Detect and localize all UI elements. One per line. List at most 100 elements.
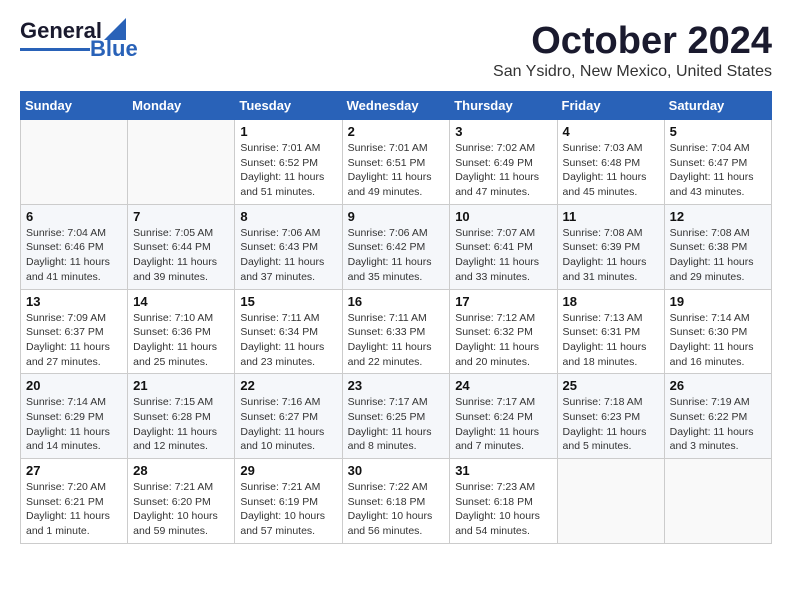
calendar-cell: 5 Sunrise: 7:04 AMSunset: 6:47 PMDaylight… <box>664 120 771 205</box>
cell-info: Sunrise: 7:14 AMSunset: 6:29 PMDaylight:… <box>26 395 122 454</box>
day-number: 26 <box>670 378 766 393</box>
day-number: 17 <box>455 294 551 309</box>
day-header-monday: Monday <box>128 92 235 120</box>
cell-info: Sunrise: 7:01 AMSunset: 6:51 PMDaylight:… <box>348 141 445 200</box>
day-number: 30 <box>348 463 445 478</box>
cell-info: Sunrise: 7:01 AMSunset: 6:52 PMDaylight:… <box>240 141 336 200</box>
day-header-thursday: Thursday <box>450 92 557 120</box>
logo-blue-text: Blue <box>90 38 138 60</box>
cell-info: Sunrise: 7:09 AMSunset: 6:37 PMDaylight:… <box>26 311 122 370</box>
day-number: 8 <box>240 209 336 224</box>
calendar-cell: 28 Sunrise: 7:21 AMSunset: 6:20 PMDayligh… <box>128 459 235 544</box>
cell-info: Sunrise: 7:13 AMSunset: 6:31 PMDaylight:… <box>563 311 659 370</box>
calendar-cell: 9 Sunrise: 7:06 AMSunset: 6:42 PMDaylight… <box>342 204 450 289</box>
cell-info: Sunrise: 7:06 AMSunset: 6:42 PMDaylight:… <box>348 226 445 285</box>
day-number: 6 <box>26 209 122 224</box>
calendar-cell: 22 Sunrise: 7:16 AMSunset: 6:27 PMDayligh… <box>235 374 342 459</box>
cell-info: Sunrise: 7:17 AMSunset: 6:24 PMDaylight:… <box>455 395 551 454</box>
calendar-body: 1 Sunrise: 7:01 AMSunset: 6:52 PMDaylight… <box>21 120 772 544</box>
cell-info: Sunrise: 7:04 AMSunset: 6:46 PMDaylight:… <box>26 226 122 285</box>
day-number: 12 <box>670 209 766 224</box>
calendar-cell: 3Sunrise: 7:02 AMSunset: 6:49 PMDaylight… <box>450 120 557 205</box>
day-number: 24 <box>455 378 551 393</box>
day-number: 7 <box>133 209 229 224</box>
day-header-saturday: Saturday <box>664 92 771 120</box>
day-number: 28 <box>133 463 229 478</box>
calendar-cell <box>128 120 235 205</box>
cell-info: Sunrise: 7:19 AMSunset: 6:22 PMDaylight:… <box>670 395 766 454</box>
day-number: 20 <box>26 378 122 393</box>
calendar-table: SundayMondayTuesdayWednesdayThursdayFrid… <box>20 91 772 544</box>
month-title: October 2024 <box>493 20 772 63</box>
day-number: 19 <box>670 294 766 309</box>
week-row-1: 1 Sunrise: 7:01 AMSunset: 6:52 PMDaylight… <box>21 120 772 205</box>
day-number: 11 <box>563 209 659 224</box>
cell-info: Sunrise: 7:21 AMSunset: 6:20 PMDaylight:… <box>133 480 229 539</box>
day-number: 5 <box>670 124 766 139</box>
day-number: 4 <box>563 124 659 139</box>
calendar-cell <box>557 459 664 544</box>
cell-info: Sunrise: 7:11 AMSunset: 6:33 PMDaylight:… <box>348 311 445 370</box>
calendar-cell: 6 Sunrise: 7:04 AMSunset: 6:46 PMDaylight… <box>21 204 128 289</box>
day-number: 2 <box>348 124 445 139</box>
calendar-cell: 26 Sunrise: 7:19 AMSunset: 6:22 PMDayligh… <box>664 374 771 459</box>
cell-info: Sunrise: 7:06 AMSunset: 6:43 PMDaylight:… <box>240 226 336 285</box>
day-number: 15 <box>240 294 336 309</box>
week-row-4: 20 Sunrise: 7:14 AMSunset: 6:29 PMDayligh… <box>21 374 772 459</box>
day-number: 9 <box>348 209 445 224</box>
day-number: 27 <box>26 463 122 478</box>
calendar-cell: 10 Sunrise: 7:07 AMSunset: 6:41 PMDayligh… <box>450 204 557 289</box>
cell-info: Sunrise: 7:16 AMSunset: 6:27 PMDaylight:… <box>240 395 336 454</box>
cell-info: Sunrise: 7:05 AMSunset: 6:44 PMDaylight:… <box>133 226 229 285</box>
calendar-cell: 11 Sunrise: 7:08 AMSunset: 6:39 PMDayligh… <box>557 204 664 289</box>
day-header-wednesday: Wednesday <box>342 92 450 120</box>
calendar-cell: 17 Sunrise: 7:12 AMSunset: 6:32 PMDayligh… <box>450 289 557 374</box>
calendar-cell: 16 Sunrise: 7:11 AMSunset: 6:33 PMDayligh… <box>342 289 450 374</box>
cell-info: Sunrise: 7:11 AMSunset: 6:34 PMDaylight:… <box>240 311 336 370</box>
day-header-friday: Friday <box>557 92 664 120</box>
cell-info: Sunrise: 7:02 AMSunset: 6:49 PMDaylight:… <box>455 141 551 200</box>
day-number: 16 <box>348 294 445 309</box>
calendar-cell: 19 Sunrise: 7:14 AMSunset: 6:30 PMDayligh… <box>664 289 771 374</box>
calendar-cell: 27Sunrise: 7:20 AMSunset: 6:21 PMDayligh… <box>21 459 128 544</box>
cell-info: Sunrise: 7:03 AMSunset: 6:48 PMDaylight:… <box>563 141 659 200</box>
calendar-cell: 31Sunrise: 7:23 AMSunset: 6:18 PMDayligh… <box>450 459 557 544</box>
cell-info: Sunrise: 7:14 AMSunset: 6:30 PMDaylight:… <box>670 311 766 370</box>
day-number: 21 <box>133 378 229 393</box>
day-number: 31 <box>455 463 551 478</box>
location: San Ysidro, New Mexico, United States <box>493 63 772 81</box>
cell-info: Sunrise: 7:07 AMSunset: 6:41 PMDaylight:… <box>455 226 551 285</box>
day-header-sunday: Sunday <box>21 92 128 120</box>
cell-info: Sunrise: 7:12 AMSunset: 6:32 PMDaylight:… <box>455 311 551 370</box>
calendar-cell: 14Sunrise: 7:10 AMSunset: 6:36 PMDayligh… <box>128 289 235 374</box>
cell-info: Sunrise: 7:17 AMSunset: 6:25 PMDaylight:… <box>348 395 445 454</box>
calendar-cell: 7 Sunrise: 7:05 AMSunset: 6:44 PMDaylight… <box>128 204 235 289</box>
cell-info: Sunrise: 7:04 AMSunset: 6:47 PMDaylight:… <box>670 141 766 200</box>
cell-info: Sunrise: 7:15 AMSunset: 6:28 PMDaylight:… <box>133 395 229 454</box>
calendar-cell: 20 Sunrise: 7:14 AMSunset: 6:29 PMDayligh… <box>21 374 128 459</box>
cell-info: Sunrise: 7:18 AMSunset: 6:23 PMDaylight:… <box>563 395 659 454</box>
day-number: 13 <box>26 294 122 309</box>
calendar-cell: 24 Sunrise: 7:17 AMSunset: 6:24 PMDayligh… <box>450 374 557 459</box>
calendar-header-row: SundayMondayTuesdayWednesdayThursdayFrid… <box>21 92 772 120</box>
calendar-cell: 8 Sunrise: 7:06 AMSunset: 6:43 PMDaylight… <box>235 204 342 289</box>
title-block: October 2024 San Ysidro, New Mexico, Uni… <box>493 20 772 81</box>
calendar-cell: 13 Sunrise: 7:09 AMSunset: 6:37 PMDayligh… <box>21 289 128 374</box>
calendar-cell: 25 Sunrise: 7:18 AMSunset: 6:23 PMDayligh… <box>557 374 664 459</box>
calendar-cell: 29Sunrise: 7:21 AMSunset: 6:19 PMDayligh… <box>235 459 342 544</box>
calendar-cell: 23Sunrise: 7:17 AMSunset: 6:25 PMDayligh… <box>342 374 450 459</box>
day-number: 18 <box>563 294 659 309</box>
calendar-cell: 4 Sunrise: 7:03 AMSunset: 6:48 PMDaylight… <box>557 120 664 205</box>
calendar-cell: 12 Sunrise: 7:08 AMSunset: 6:38 PMDayligh… <box>664 204 771 289</box>
logo: General Blue <box>20 20 138 60</box>
day-number: 10 <box>455 209 551 224</box>
calendar-cell: 1 Sunrise: 7:01 AMSunset: 6:52 PMDaylight… <box>235 120 342 205</box>
cell-info: Sunrise: 7:08 AMSunset: 6:39 PMDaylight:… <box>563 226 659 285</box>
day-number: 25 <box>563 378 659 393</box>
calendar-cell: 21 Sunrise: 7:15 AMSunset: 6:28 PMDayligh… <box>128 374 235 459</box>
calendar-cell <box>664 459 771 544</box>
day-number: 14 <box>133 294 229 309</box>
day-number: 22 <box>240 378 336 393</box>
cell-info: Sunrise: 7:08 AMSunset: 6:38 PMDaylight:… <box>670 226 766 285</box>
day-number: 1 <box>240 124 336 139</box>
